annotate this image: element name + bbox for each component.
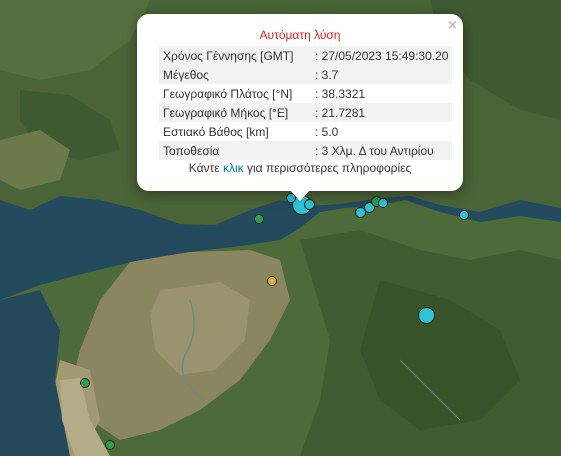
more-info-link[interactable]: κλικ [223, 161, 244, 175]
earthquake-marker-icon[interactable] [418, 307, 435, 324]
row-label: Γεωγραφικό Πλάτος [°N] [163, 86, 293, 101]
earthquake-marker-icon[interactable] [80, 378, 90, 388]
table-row: Χρόνος Γέννησης [GMT] : 27/05/2023 15:49… [159, 46, 453, 65]
more-suffix: για περισσότερες πληροφορίες [246, 161, 412, 175]
row-value: : 3 Χλμ. Δ του Αντιρίου [311, 141, 453, 160]
row-value: : 21.7281 [311, 103, 453, 122]
table-row: Γεωγραφικό Μήκος [°E] : 21.7281 [159, 103, 453, 122]
table-row: Γεωγραφικό Πλάτος [°N] : 38.3321 [159, 84, 452, 103]
row-label: Γεωγραφικό Μήκος [°E] [159, 103, 311, 122]
table-row: Μέγεθος : 3.7 [159, 65, 453, 84]
row-label: Μέγεθος [159, 65, 311, 84]
popup-tip [290, 190, 310, 201]
row-label: Τοποθεσία [159, 141, 311, 160]
row-value: : 3.7 [311, 65, 453, 84]
table-row: Τοποθεσία : 3 Χλμ. Δ του Αντιρίου [159, 141, 453, 160]
earthquake-marker-icon[interactable] [254, 214, 264, 224]
earthquake-marker-icon[interactable] [459, 210, 469, 220]
earthquake-marker-icon[interactable] [267, 276, 277, 286]
more-info-text: Κάντε κλικ για περισσότερες πληροφορίες [137, 161, 463, 175]
row-label: Χρόνος Γέννησης [GMT] [159, 46, 311, 65]
info-table: Χρόνος Γέννησης [GMT] : 27/05/2023 15:49… [159, 46, 453, 160]
more-prefix: Κάντε [188, 161, 220, 175]
row-label: Εστιακό Βάθος [km] [163, 124, 269, 139]
earthquake-marker-icon[interactable] [105, 440, 115, 450]
table-row: Εστιακό Βάθος [km] : 5.0 [159, 122, 452, 141]
earthquake-marker-icon[interactable] [378, 198, 388, 208]
row-value: : 5.0 [315, 124, 339, 139]
row-value: : 27/05/2023 15:49:30.20 [311, 46, 453, 65]
earthquake-info-popup: × Αυτόματη λύση Χρόνος Γέννησης [GMT] : … [137, 14, 463, 191]
row-value: : 38.3321 [315, 86, 366, 101]
popup-title: Αυτόματη λύση [259, 28, 341, 42]
map[interactable]: × Αυτόματη λύση Χρόνος Γέννησης [GMT] : … [0, 0, 561, 456]
